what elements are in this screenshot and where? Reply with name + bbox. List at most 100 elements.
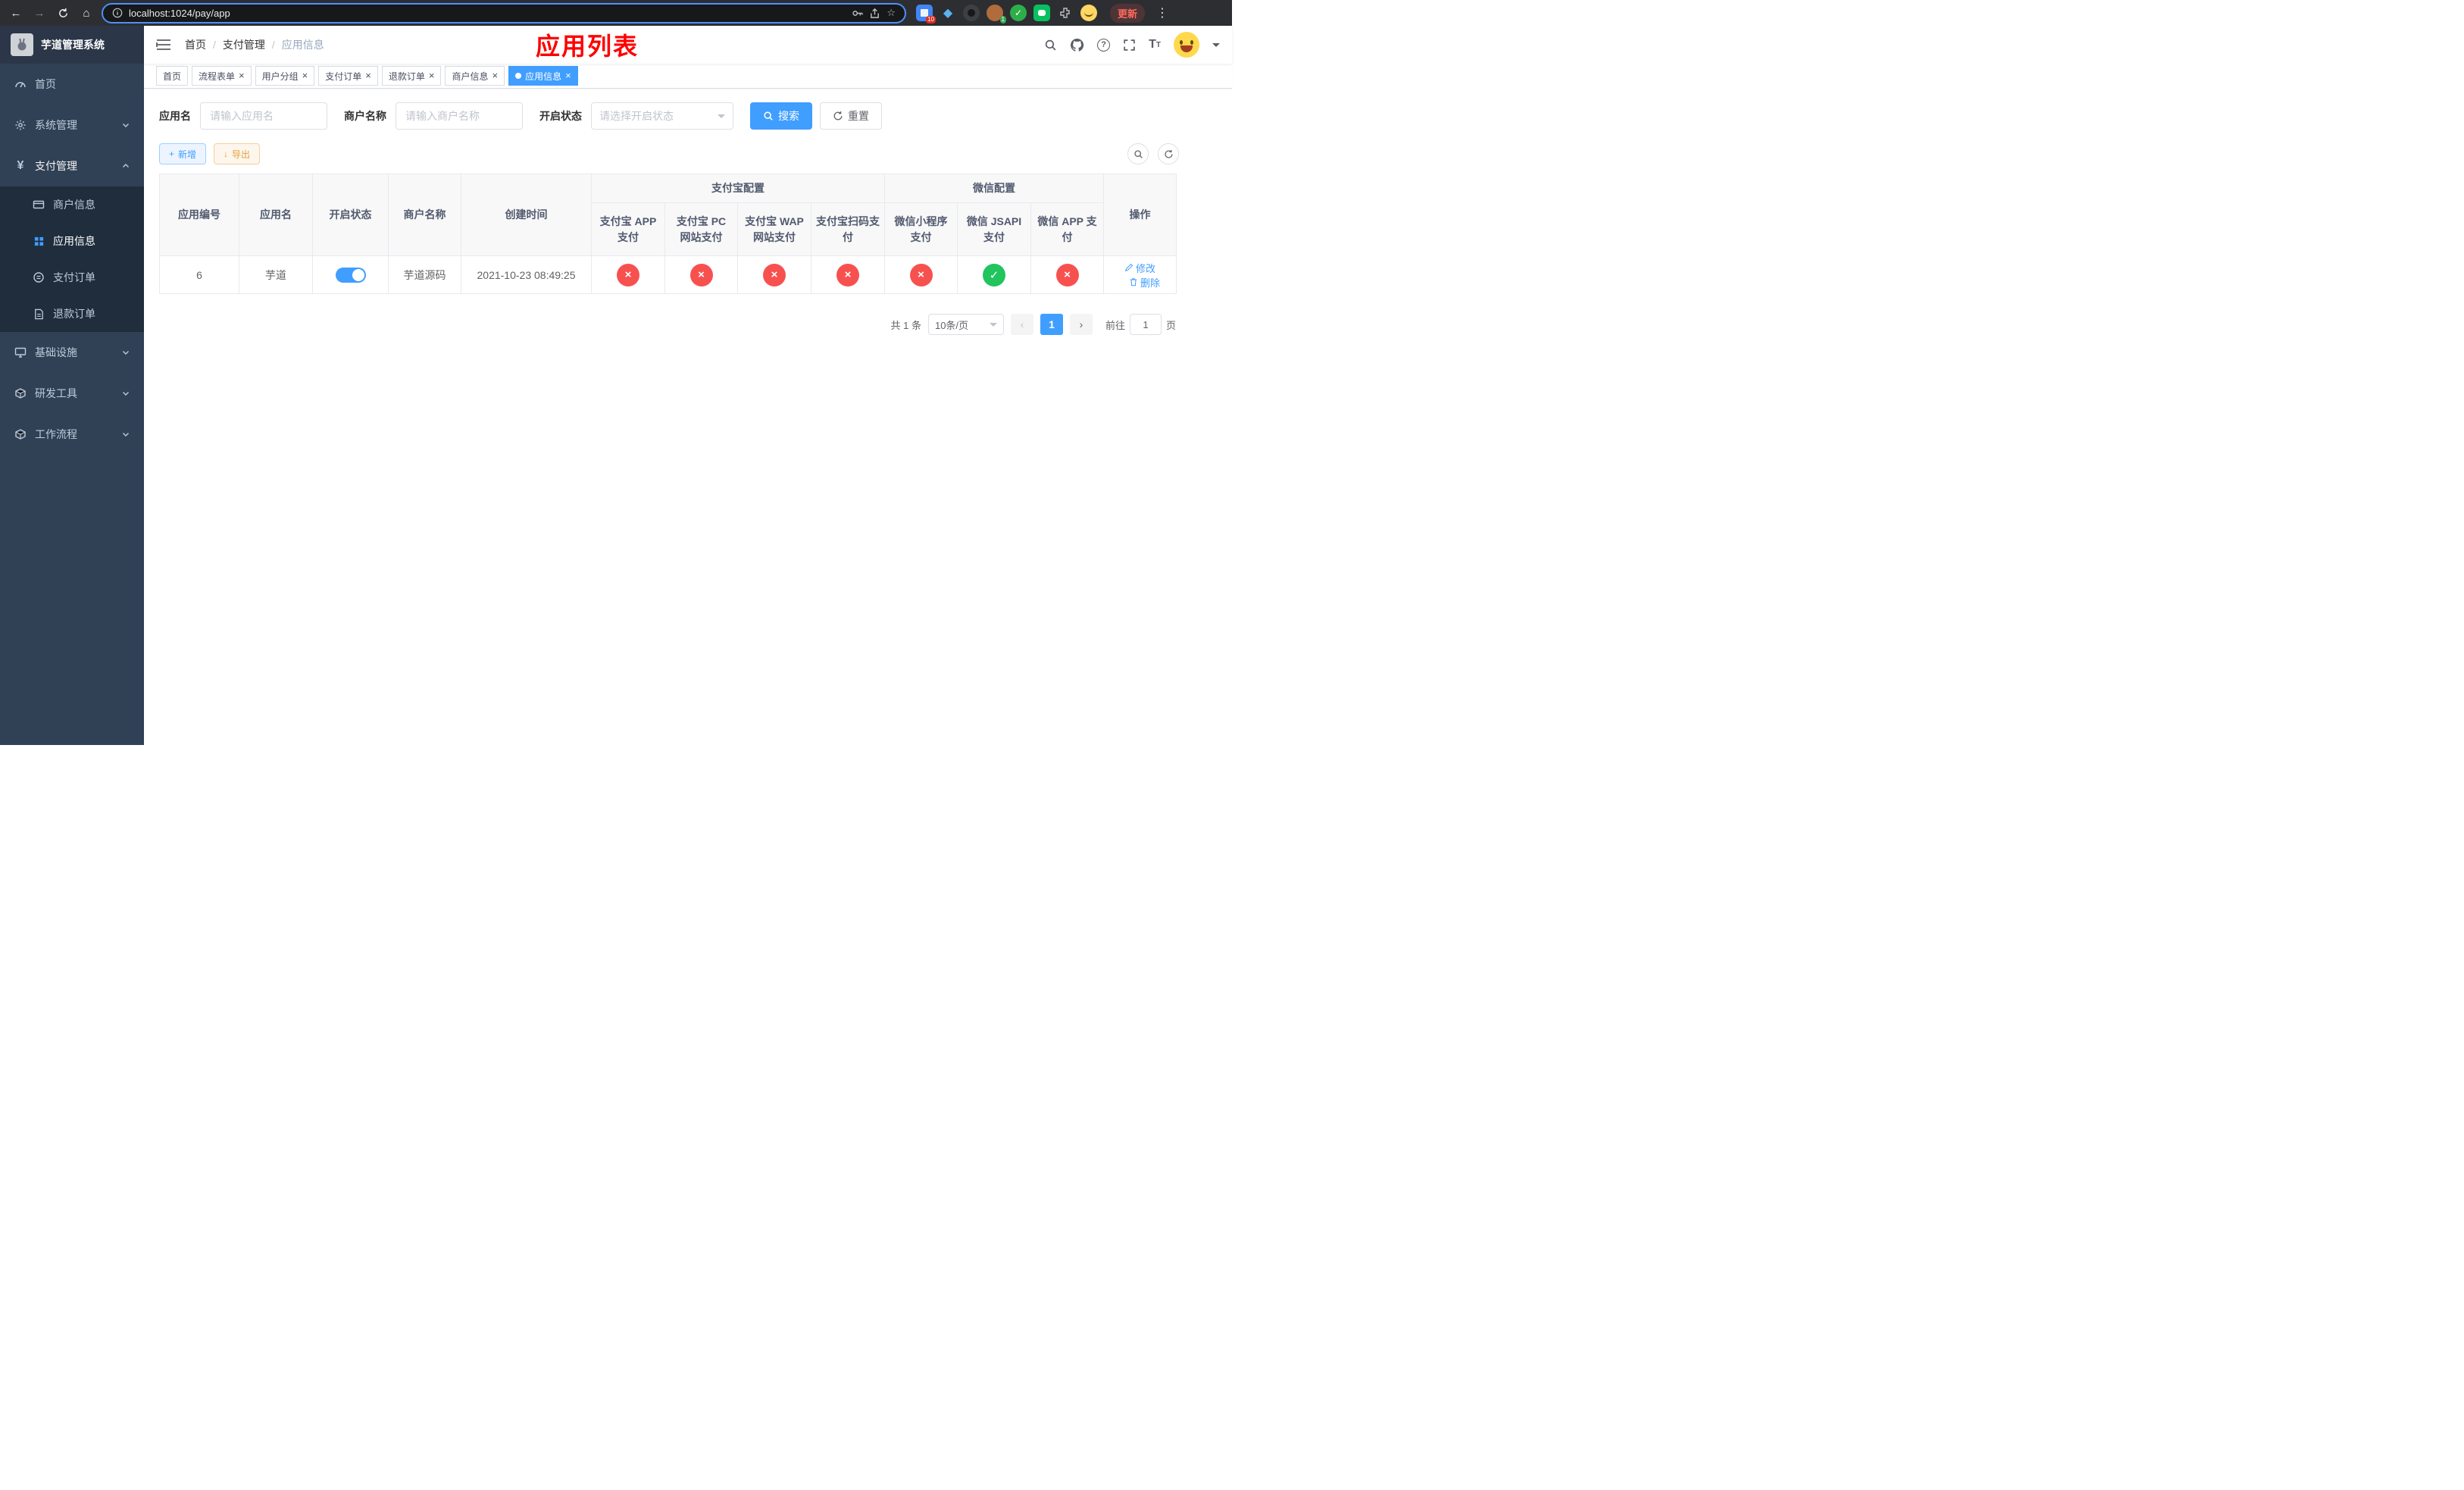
url-text: localhost:1024/pay/app [129, 7, 230, 19]
status-toggle[interactable] [335, 267, 366, 283]
sidebar-item-dev-tools[interactable]: 研发工具 [0, 373, 144, 414]
info-icon[interactable] [112, 8, 123, 18]
app-name-label: 应用名 [159, 110, 191, 122]
status-select[interactable]: 请选择开启状态 [591, 102, 733, 130]
edit-button[interactable]: 修改 [1124, 261, 1155, 275]
sidebar-item-label: 工作流程 [35, 428, 77, 440]
reload-icon[interactable] [55, 5, 71, 21]
sidebar-item-home[interactable]: 首页 [0, 64, 144, 105]
extension-badge: 1 [999, 16, 1006, 23]
avatar-mouth [1180, 45, 1193, 52]
bookmark-star-icon[interactable]: ☆ [886, 7, 896, 19]
sidebar-item-refund-order[interactable]: 退款订单 [0, 296, 144, 332]
chrome-update-button[interactable]: 更新 [1110, 3, 1146, 23]
merchant-name-label: 商户名称 [344, 110, 386, 122]
extensions-puzzle-icon[interactable] [1057, 5, 1074, 21]
col-header-alipay-pc: 支付宝 PC 网站支付 [664, 202, 738, 256]
breadcrumb-payment[interactable]: 支付管理 [223, 37, 265, 52]
close-icon[interactable]: × [429, 70, 435, 80]
tab-app-info[interactable]: 应用信息 × [508, 66, 578, 86]
close-icon[interactable]: × [302, 70, 308, 80]
prev-page-button[interactable]: ‹ [1010, 314, 1033, 335]
back-icon[interactable]: ← [8, 5, 24, 21]
group-header-wechat: 微信配置 [884, 174, 1104, 203]
toggle-search-icon[interactable] [1127, 143, 1149, 164]
extension-avatar-icon[interactable]: 1 [987, 5, 1006, 23]
breadcrumb-separator: / [271, 39, 275, 51]
sidebar-item-merchant-info[interactable]: 商户信息 [0, 186, 144, 223]
filter-app-name: 应用名 [159, 102, 327, 130]
page-size-select[interactable]: 10条/页 [927, 314, 1004, 335]
sidebar-item-payment[interactable]: ¥ 支付管理 [0, 146, 144, 186]
export-button[interactable]: ↓ 导出 [214, 143, 261, 164]
reset-button[interactable]: 重置 [820, 102, 882, 130]
gear-icon [14, 119, 27, 131]
user-avatar[interactable] [1174, 32, 1199, 58]
key-icon[interactable] [852, 8, 864, 19]
font-size-icon[interactable]: TT [1149, 38, 1161, 52]
chevron-up-icon [121, 161, 130, 171]
delete-label: 删除 [1140, 277, 1160, 289]
share-icon[interactable] [869, 8, 880, 19]
filter-merchant-name: 商户名称 [344, 102, 523, 130]
merchant-name-input[interactable] [396, 102, 523, 130]
fullscreen-icon[interactable] [1123, 39, 1136, 52]
yen-icon: ¥ [17, 159, 24, 172]
tab-label: 首页 [163, 70, 182, 82]
avatar-caret-icon[interactable] [1212, 42, 1220, 51]
next-page-button[interactable]: › [1069, 314, 1093, 335]
goto-page-input[interactable] [1129, 314, 1162, 335]
status-badge: × [1055, 263, 1079, 286]
search-icon[interactable] [1044, 39, 1057, 52]
extension-chat-icon[interactable] [1033, 5, 1050, 21]
goto-label: 前往 [1105, 319, 1125, 331]
close-icon[interactable]: × [365, 70, 371, 80]
help-icon[interactable]: ? [1097, 38, 1111, 52]
tab-user-group[interactable]: 用户分组 × [255, 66, 315, 86]
monitor-icon [14, 346, 27, 358]
tab-process-form[interactable]: 流程表单 × [192, 66, 252, 86]
tab-merchant-info[interactable]: 商户信息 × [445, 66, 505, 86]
breadcrumb-home[interactable]: 首页 [185, 37, 206, 52]
close-icon[interactable]: × [565, 70, 571, 80]
tab-refund-order[interactable]: 退款订单 × [381, 66, 442, 86]
app-name-input[interactable] [200, 102, 327, 130]
delete-button[interactable]: 删除 [1129, 275, 1160, 290]
tab-home[interactable]: 首页 [156, 66, 189, 86]
col-header-wx-jsapi: 微信 JSAPI 支付 [957, 202, 1031, 256]
close-icon[interactable]: × [239, 70, 245, 80]
tab-pay-order[interactable]: 支付订单 × [318, 66, 378, 86]
sidebar-item-app-info[interactable]: 应用信息 [0, 223, 144, 259]
extensions-row: 10 ◆ 1 ✓ [916, 5, 1097, 23]
extension-diamond-icon[interactable]: ◆ [940, 5, 956, 21]
cell-created: 2021-10-23 08:49:25 [461, 255, 592, 294]
refresh-icon[interactable] [1158, 143, 1179, 164]
address-bar[interactable]: localhost:1024/pay/app ☆ [102, 2, 906, 23]
extension-face-icon[interactable] [1080, 5, 1097, 21]
github-icon[interactable] [1070, 38, 1084, 52]
add-button[interactable]: + 新增 [159, 143, 207, 164]
collapse-sidebar-icon[interactable] [156, 39, 171, 51]
active-dot [515, 73, 522, 79]
extension-dark-icon[interactable] [963, 5, 980, 21]
action-toolbar: + 新增 ↓ 导出 [159, 143, 1232, 164]
box-icon [14, 428, 27, 440]
close-icon[interactable]: × [492, 70, 498, 80]
payment-submenu: 商户信息 应用信息 支付订单 退款订单 [0, 186, 144, 332]
sidebar-item-system[interactable]: 系统管理 [0, 105, 144, 146]
cell-alipay-app: × [591, 255, 665, 294]
home-icon[interactable]: ⌂ [78, 5, 95, 21]
tab-label: 流程表单 [199, 70, 236, 82]
sidebar-item-label: 首页 [35, 78, 56, 90]
page-number-1[interactable]: 1 [1040, 314, 1063, 335]
col-header-alipay-wap: 支付宝 WAP 网站支付 [737, 202, 811, 256]
sidebar-item-workflow[interactable]: 工作流程 [0, 414, 144, 455]
extension-check-icon[interactable]: ✓ [1010, 5, 1027, 21]
sidebar: 芋道管理系统 首页 系统管理 ¥ 支付管理 商户信息 应用信息 支付订单 退款订… [0, 26, 144, 745]
extension-apps-icon[interactable]: 10 [916, 5, 936, 23]
browser-menu-icon[interactable]: ⋮ [1156, 5, 1168, 20]
sidebar-item-infrastructure[interactable]: 基础设施 [0, 332, 144, 373]
forward-icon[interactable]: → [31, 5, 48, 21]
sidebar-item-pay-order[interactable]: 支付订单 [0, 259, 144, 296]
search-button[interactable]: 搜索 [750, 102, 812, 130]
